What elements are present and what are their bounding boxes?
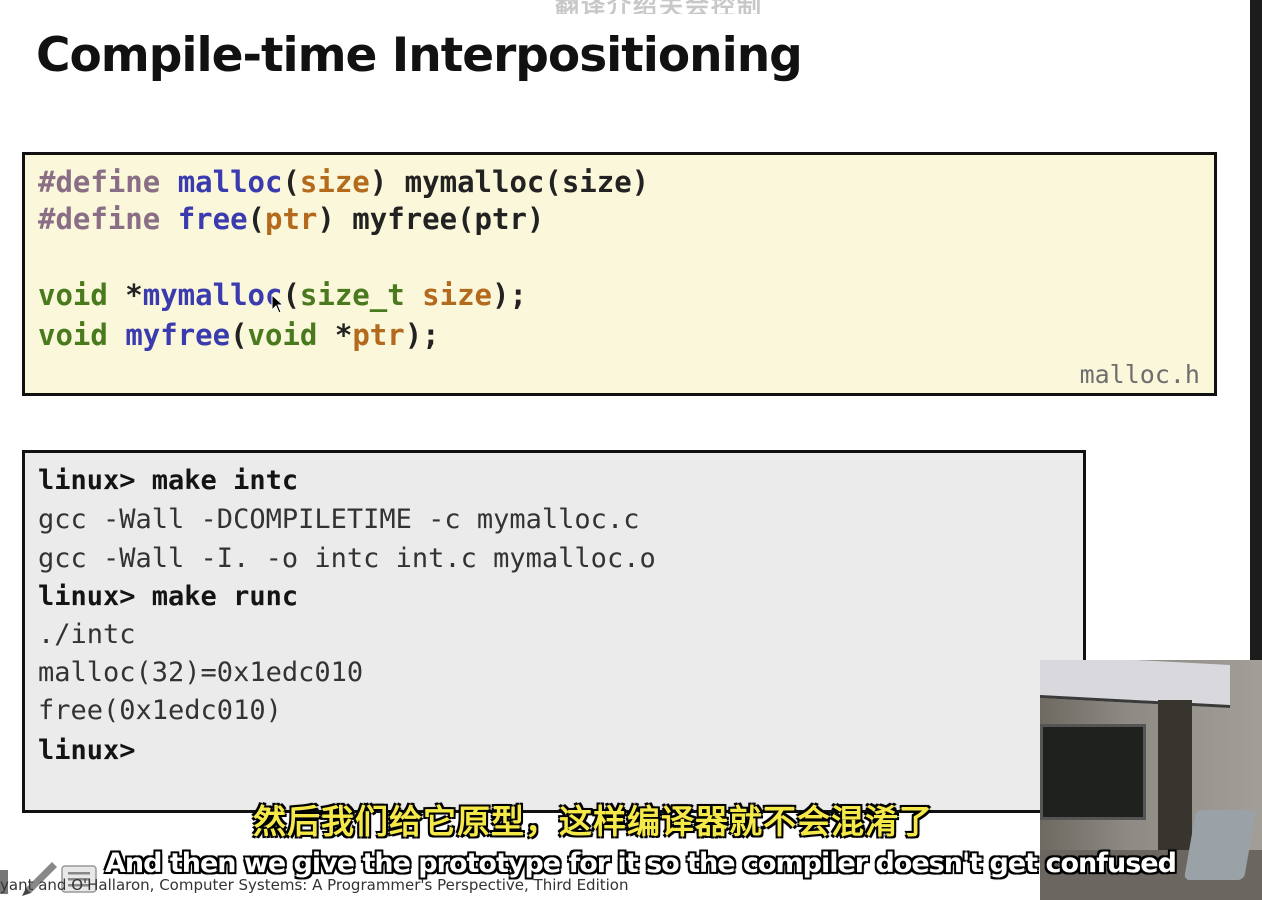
terminal-line: linux> (38, 735, 136, 766)
code-token: ) mymalloc(size) (369, 165, 650, 199)
slide-title: Compile-time Interpositioning (36, 28, 803, 83)
terminal-line: free(0x1edc010) (38, 695, 282, 726)
code-line-4: void myfree(void *ptr); (38, 318, 440, 352)
right-edge-strip (1250, 0, 1262, 660)
code-token: size (299, 165, 370, 199)
code-token: void (38, 278, 108, 312)
code-token: size_t (299, 278, 405, 312)
terminal-line: malloc(32)=0x1edc010 (38, 657, 364, 688)
code-token: free (177, 202, 248, 236)
code-token: ( (282, 278, 300, 312)
terminal-line: gcc -Wall -I. -o intc int.c mymalloc.o (38, 543, 656, 574)
code-token: malloc (177, 165, 283, 199)
terminal-line: gcc -Wall -DCOMPILETIME -c mymalloc.c (38, 504, 640, 535)
terminal-line: linux> make intc (38, 465, 299, 496)
code-token: #define (38, 202, 161, 236)
code-block: #define malloc(size) mymalloc(size) #def… (22, 152, 1217, 396)
code-token: * (317, 318, 353, 352)
code-token: * (107, 278, 143, 312)
terminal-block: linux> make intc gcc -Wall -DCOMPILETIME… (22, 450, 1086, 813)
code-token: void (38, 318, 108, 352)
code-token: ); (492, 278, 527, 312)
code-token: void (247, 318, 318, 352)
top-subtitle-fragment: 翻译介绍关会控制 (555, 0, 763, 14)
code-token: ); (404, 318, 440, 352)
subtitle-english: And then we give the prototype for it so… (105, 848, 1177, 879)
mouse-cursor-icon (271, 294, 285, 314)
terminal-line: ./intc (38, 619, 136, 650)
code-token: ptr (265, 202, 318, 236)
code-token: size (422, 278, 492, 312)
subtitle-chinese: 然后我们给它原型，这样编译器就不会混淆了 (253, 802, 933, 841)
code-line-2: #define free(ptr) myfree(ptr) (38, 202, 544, 236)
code-token: ) myfree(ptr) (317, 202, 545, 236)
code-token: myfree (125, 318, 231, 352)
code-token: ( (230, 318, 248, 352)
terminal-line: linux> make runc (38, 581, 299, 612)
code-token: #define (38, 165, 161, 199)
code-token: mymalloc (142, 278, 283, 312)
code-line-1: #define malloc(size) mymalloc(size) (38, 165, 649, 199)
code-token: ptr (352, 318, 405, 352)
code-filename: malloc.h (1079, 360, 1200, 389)
code-token: ( (247, 202, 265, 236)
code-token: ( (282, 165, 300, 199)
